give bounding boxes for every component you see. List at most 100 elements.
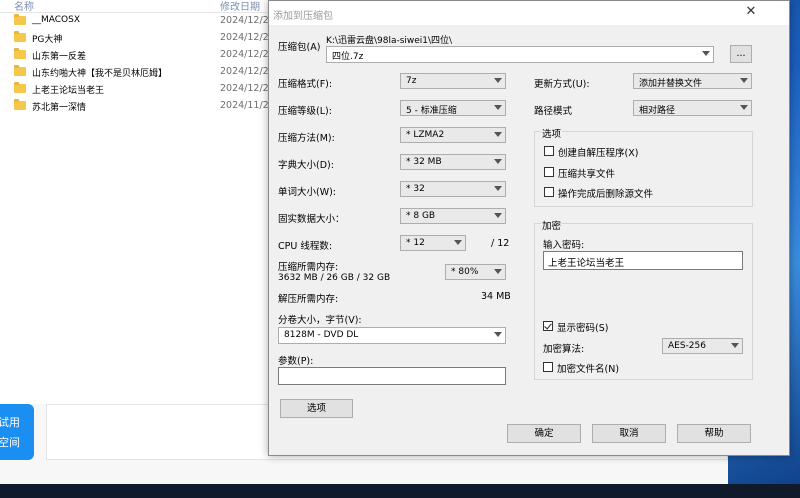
- threads-value: * 12: [406, 238, 425, 248]
- volume-value: 8128M - DVD DL: [284, 330, 359, 340]
- folder-icon: [14, 82, 26, 93]
- archive-label: 压缩包(A): [278, 42, 321, 53]
- update-value: 添加并替换文件: [639, 79, 703, 89]
- shared-label: 压缩共享文件: [558, 169, 616, 180]
- sfx-checkbox[interactable]: [544, 146, 554, 156]
- threads-select[interactable]: * 12: [400, 235, 466, 251]
- level-label: 压缩等级(L):: [278, 106, 332, 117]
- options-group: 选项 创建自解压程序(X) 压缩共享文件 操作完成后删除源文件: [534, 126, 753, 207]
- file-row[interactable]: PG大神 2024/12/2: [14, 30, 274, 47]
- file-date: 2024/12/2: [220, 15, 269, 26]
- promo-line1: 试用: [0, 416, 20, 429]
- dialog-title: 添加到压缩包: [273, 11, 333, 22]
- chevron-down-icon: [494, 213, 502, 218]
- chevron-down-icon: [494, 105, 502, 110]
- solid-value: * 8 GB: [406, 211, 436, 221]
- promo-banner[interactable]: 试用 空间: [0, 404, 34, 460]
- folder-icon: [14, 99, 26, 110]
- file-date: 2024/11/2: [220, 100, 269, 111]
- password-value: 上老王论坛当老王: [548, 258, 625, 269]
- volume-label: 分卷大小，字节(V):: [278, 315, 362, 326]
- file-name: 上老王论坛当老王: [32, 86, 105, 96]
- help-button[interactable]: 帮助: [677, 424, 751, 443]
- delete-label: 操作完成后删除源文件: [558, 189, 654, 200]
- chevron-down-icon: [740, 105, 748, 110]
- encryption-group-title: 加密: [541, 218, 563, 232]
- file-row[interactable]: 山东约啪大神【我不是贝林厄姆】 2024/12/2: [14, 64, 274, 81]
- options-button[interactable]: 选项: [280, 399, 353, 418]
- file-row[interactable]: 上老王论坛当老王 2024/12/2: [14, 81, 274, 98]
- column-name-header[interactable]: 名称: [14, 0, 34, 13]
- chevron-down-icon: [494, 159, 502, 164]
- word-label: 单词大小(W):: [278, 187, 337, 198]
- mem-comp-label: 压缩所需内存:: [278, 262, 339, 273]
- file-row[interactable]: 山东第一反差 2024/12/2: [14, 47, 274, 64]
- column-date-header[interactable]: 修改日期: [220, 0, 260, 13]
- dict-value: * 32 MB: [406, 157, 442, 167]
- show-password-checkbox[interactable]: [543, 321, 553, 331]
- folder-icon: [14, 65, 26, 76]
- ok-button[interactable]: 确定: [507, 424, 581, 443]
- encrypt-names-checkbox[interactable]: [543, 362, 553, 372]
- browse-button[interactable]: ...: [730, 45, 752, 63]
- delete-checkbox[interactable]: [544, 187, 554, 197]
- path-mode-value: 相对路径: [639, 106, 676, 116]
- mem-comp-value: * 80%: [451, 267, 479, 277]
- dict-label: 字典大小(D):: [278, 160, 334, 171]
- chevron-down-icon: [731, 343, 739, 348]
- solid-select[interactable]: * 8 GB: [400, 208, 506, 224]
- password-label: 输入密码:: [543, 240, 585, 251]
- file-date: 2024/12/2: [220, 32, 269, 43]
- chevron-down-icon: [702, 51, 710, 56]
- word-select[interactable]: * 32: [400, 181, 506, 197]
- format-select[interactable]: 7z: [400, 73, 506, 89]
- folder-icon: [14, 31, 26, 42]
- file-date: 2024/12/2: [220, 83, 269, 94]
- mem-decomp-label: 解压所需内存:: [278, 294, 339, 305]
- chevron-down-icon: [740, 78, 748, 83]
- show-password-label: 显示密码(S): [557, 323, 609, 334]
- update-select[interactable]: 添加并替换文件: [633, 73, 752, 89]
- folder-icon: [14, 48, 26, 59]
- enc-method-value: AES-256: [668, 341, 706, 351]
- dict-select[interactable]: * 32 MB: [400, 154, 506, 170]
- archive-name-combo[interactable]: 四位.7z: [326, 46, 714, 63]
- file-name: PG大神: [32, 35, 63, 45]
- file-date: 2024/12/2: [220, 49, 269, 60]
- enc-method-select[interactable]: AES-256: [662, 338, 743, 354]
- params-input[interactable]: [278, 367, 506, 385]
- chevron-down-icon: [494, 186, 502, 191]
- file-name: 苏北第一深情: [32, 103, 87, 113]
- folder-icon: [14, 14, 26, 25]
- file-name: __MACOSX: [32, 15, 81, 25]
- level-select[interactable]: 5 - 标准压缩: [400, 100, 506, 116]
- params-label: 参数(P):: [278, 356, 314, 367]
- file-row[interactable]: __MACOSX 2024/12/2: [14, 13, 274, 30]
- password-input[interactable]: 上老王论坛当老王: [543, 251, 743, 270]
- sfx-label: 创建自解压程序(X): [558, 148, 639, 159]
- path-mode-select[interactable]: 相对路径: [633, 100, 752, 116]
- shared-checkbox[interactable]: [544, 167, 554, 177]
- archive-name-value: 四位.7z: [332, 52, 364, 62]
- chevron-down-icon: [494, 132, 502, 137]
- close-icon[interactable]: ✕: [743, 4, 759, 20]
- archive-path: K:\迅雷云盘\98la-siwei1\四位\: [326, 36, 453, 46]
- volume-select[interactable]: 8128M - DVD DL: [278, 327, 506, 344]
- file-date: 2024/12/2: [220, 66, 269, 77]
- file-row[interactable]: 苏北第一深情 2024/11/2: [14, 98, 274, 115]
- encryption-group: 加密 输入密码: 上老王论坛当老王 显示密码(S) 加密算法: AES-256 …: [534, 218, 753, 380]
- method-select[interactable]: * LZMA2: [400, 127, 506, 143]
- format-label: 压缩格式(F):: [278, 79, 333, 90]
- mem-decomp-value: 34 MB: [481, 291, 511, 302]
- path-mode-label: 路径模式: [534, 106, 573, 117]
- threads-label: CPU 线程数:: [278, 241, 333, 252]
- cancel-button[interactable]: 取消: [592, 424, 666, 443]
- method-value: * LZMA2: [406, 130, 445, 140]
- solid-label: 固实数据大小：: [278, 214, 345, 225]
- dialog-titlebar: 添加到压缩包 ✕: [269, 1, 789, 25]
- update-label: 更新方式(U):: [534, 79, 590, 90]
- file-name: 山东第一反差: [32, 52, 87, 62]
- chevron-down-icon: [494, 78, 502, 83]
- word-value: * 32: [406, 184, 425, 194]
- mem-comp-select[interactable]: * 80%: [445, 264, 506, 280]
